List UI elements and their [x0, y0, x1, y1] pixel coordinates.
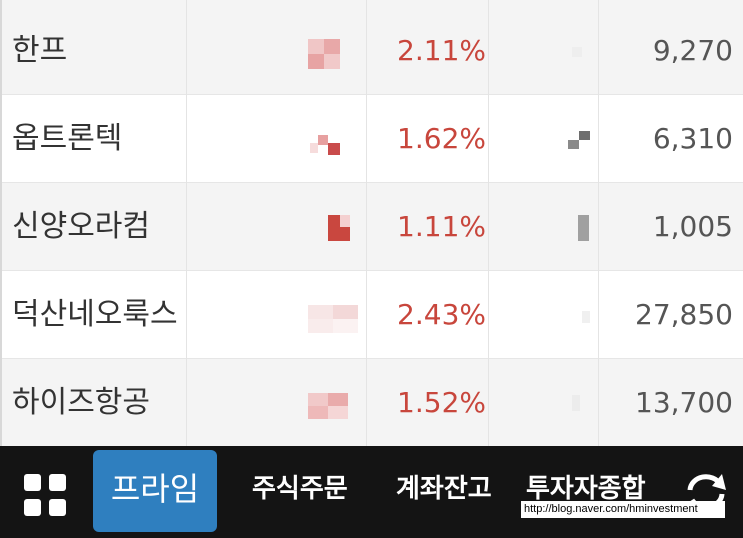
table-row[interactable]: 신양오라컴 1.11% 1,005 [2, 183, 743, 271]
change-percent: 1.11% [397, 210, 486, 243]
mosaic-diff [568, 131, 590, 149]
stock-price: 13,700 [635, 386, 733, 419]
table-row[interactable]: 하이즈항공 1.52% 13,700 [2, 359, 743, 447]
stock-price: 9,270 [652, 34, 733, 67]
mosaic-diff [572, 395, 580, 411]
column-divider [598, 0, 599, 446]
stock-name: 하이즈항공 [12, 385, 150, 420]
table-row[interactable]: 한프 2.11% 9,270 [2, 7, 743, 95]
nav-investor-summary-button[interactable]: 투자자종합 [526, 446, 646, 538]
stock-name: 옵트론텍 [12, 121, 123, 156]
stock-price: 6,310 [652, 122, 733, 155]
mosaic-volume [308, 305, 358, 333]
stock-name: 신양오라컴 [12, 209, 150, 244]
change-percent: 2.43% [397, 298, 486, 331]
mosaic-diff [582, 311, 590, 323]
stock-price: 1,005 [652, 210, 733, 243]
stock-price: 27,850 [635, 298, 733, 331]
nav-stock-order-button[interactable]: 주식주문 [252, 446, 348, 538]
column-divider [186, 0, 187, 446]
table-row[interactable]: 옵트론텍 1.62% 6,310 [2, 95, 743, 183]
nav-prime-button[interactable]: 프라임 [93, 450, 217, 532]
watermark-url: http://blog.naver.com/hminvestment [521, 501, 725, 518]
change-percent: 1.62% [397, 122, 486, 155]
column-divider [366, 0, 367, 446]
nav-account-balance-button[interactable]: 계좌잔고 [396, 446, 492, 538]
grid-menu-icon[interactable] [24, 474, 68, 518]
change-percent: 2.11% [397, 34, 486, 67]
mosaic-volume [328, 215, 350, 241]
stock-name: 한프 [12, 33, 68, 68]
column-divider [488, 0, 489, 446]
table-row[interactable]: 덕산네오룩스 2.43% 27,850 [2, 271, 743, 359]
mosaic-volume [308, 393, 348, 419]
mosaic-diff [572, 47, 582, 57]
mosaic-diff [578, 215, 589, 241]
change-percent: 1.52% [397, 386, 486, 419]
stock-name: 덕산네오룩스 [12, 297, 178, 332]
stock-table: 한프 2.11% 9,270 옵트론텍 1.62% 6,310 신양오라컴 1.… [0, 0, 743, 447]
mosaic-volume [310, 135, 342, 155]
mosaic-volume [308, 39, 340, 69]
